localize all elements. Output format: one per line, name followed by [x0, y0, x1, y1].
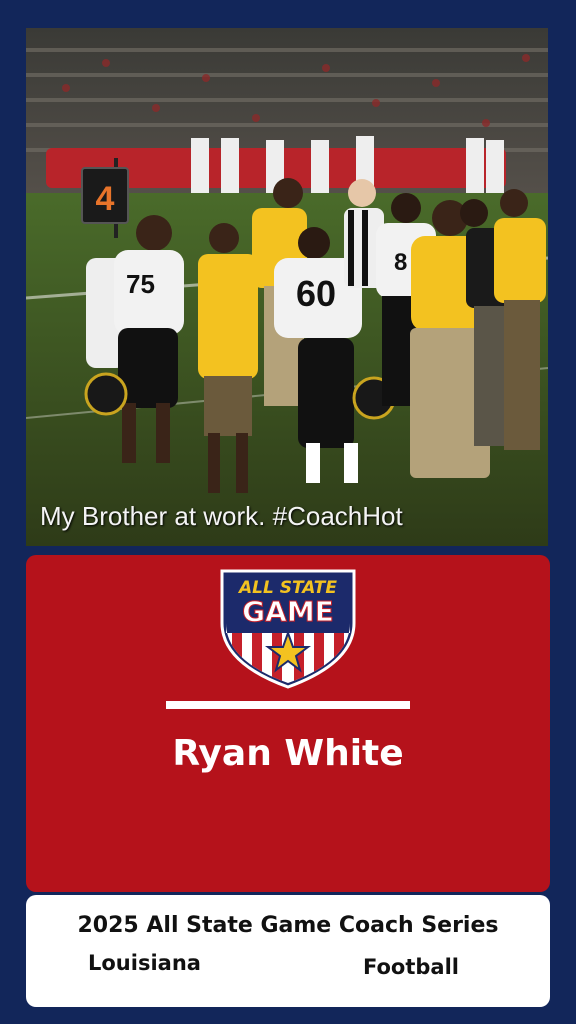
svg-text:60: 60 — [296, 273, 336, 314]
coach-photo: 4 75 60 8 My Brother at work. #CoachHot — [26, 28, 548, 546]
svg-text:GAME: GAME — [242, 595, 334, 628]
svg-text:8: 8 — [394, 249, 407, 276]
all-state-game-logo: ALL STATE GAME — [220, 569, 356, 689]
state-label: Louisiana — [88, 951, 201, 975]
sport-label: Football — [363, 955, 459, 979]
divider — [166, 701, 410, 709]
photo-caption: My Brother at work. #CoachHot — [40, 501, 403, 531]
svg-text:4: 4 — [96, 180, 115, 218]
series-title: 2025 All State Game Coach Series — [77, 913, 499, 938]
coach-name: Ryan White — [172, 733, 404, 774]
series-info-card: 2025 All State Game Coach Series Louisia… — [26, 895, 550, 1007]
svg-text:75: 75 — [126, 269, 155, 299]
football-sideline-scene: 4 75 60 8 My Brother at work. #CoachHot — [26, 28, 548, 546]
coach-card: ALL STATE GAME Ryan White — [26, 555, 550, 892]
